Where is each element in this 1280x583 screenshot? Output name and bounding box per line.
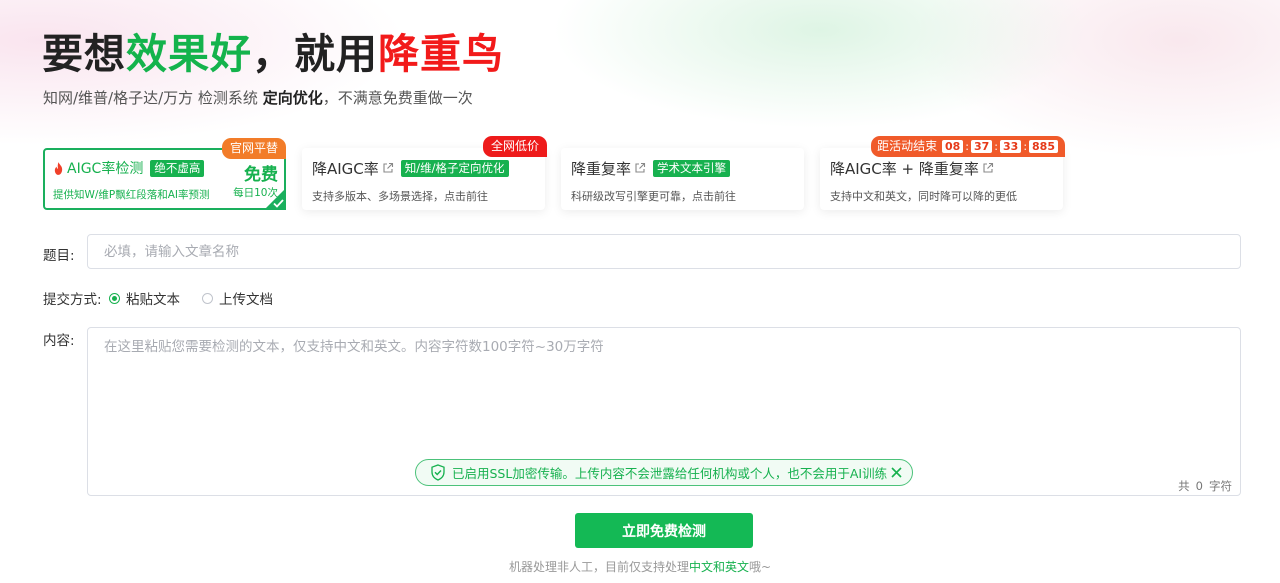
page: 要想效果好，就用降重鸟 知网/维普/格子达/万方 检测系统 定向优化，不满意免费… (0, 0, 1280, 583)
countdown-separator: : (1023, 140, 1028, 153)
card-reduce-both[interactable]: 距活动结束 08 : 37 : 33 : 885 降AIGC率 + 降重复率 支… (820, 136, 1065, 210)
card-title: 降重复率 学术文本引擎 (571, 157, 794, 179)
countdown-hours: 08 (941, 140, 964, 153)
radio-paste-text[interactable]: 粘贴文本 (109, 288, 180, 308)
fire-icon (54, 161, 63, 175)
card-title-text: AIGC率检测 (67, 161, 144, 177)
char-count-suffix: 字符 (1209, 479, 1232, 493)
footnote-highlight: 中文和英文 (688, 560, 749, 574)
hero-subtitle-text: ，不满意免费重做一次 (322, 89, 473, 107)
hero-title-text: 要想 (42, 30, 126, 78)
card-tag: 绝不虚高 (150, 159, 205, 177)
free-label: 免费 (244, 165, 278, 185)
ssl-notice: 已启用SSL加密传输。上传内容不会泄露给任何机构或个人，也不会用于AI训练 (415, 459, 913, 486)
card-aigc-detect[interactable]: 官网平替 AIGC率检测 绝不虚高 提供知W/维P飘红段落和AI率预测 免费 每… (43, 138, 286, 210)
title-input[interactable] (87, 234, 1241, 269)
card-reduce-duplicate[interactable]: 降重复率 学术文本引擎 科研级改写引擎更可靠，点击前往 (561, 148, 804, 210)
external-link-icon (635, 162, 646, 173)
countdown-ribbon: 距活动结束 08 : 37 : 33 : 885 (871, 136, 1065, 157)
radio-label: 粘贴文本 (126, 292, 180, 308)
ribbon-lowest-price: 全网低价 (482, 136, 547, 157)
external-link-icon (383, 162, 393, 173)
countdown-label: 距活动结束 (877, 139, 938, 153)
footnote-text: 机器处理非人工，目前仅支持处理 (508, 560, 689, 574)
countdown-separator: : (994, 140, 998, 153)
card-tag: 知/维/格子定向优化 (400, 159, 509, 177)
hero-title-highlight: 效果好 (126, 30, 252, 78)
content-label: 内容: (43, 333, 75, 349)
card-title-text: 降AIGC率 + 降重复率 (830, 159, 979, 178)
ssl-notice-text: 已启用SSL加密传输。上传内容不会泄露给任何机构或个人，也不会用于AI训练 (452, 466, 888, 481)
footnote-text: 哦~ (748, 560, 772, 574)
radio-label: 上传文档 (219, 292, 273, 308)
char-count: 共 0 字符 (1175, 478, 1235, 494)
countdown-millis: 885 (1029, 140, 1058, 153)
card-reduce-aigc[interactable]: 全网低价 降AIGC率 知/维/格子定向优化 支持多版本、多场景选择，点击前往 (302, 136, 547, 210)
hero-subtitle-bold: 定向优化 (262, 89, 323, 107)
title-label: 题目: (43, 248, 75, 264)
countdown-seconds: 33 (1000, 140, 1022, 153)
hero-title-brand: 降重鸟 (378, 30, 504, 78)
card-title: 降AIGC率 知/维/格子定向优化 (312, 157, 535, 179)
external-link-icon (983, 162, 993, 173)
radio-dot (202, 292, 213, 304)
hero-subtitle: 知网/维普/格子达/万方 检测系统 定向优化，不满意免费重做一次 (43, 87, 473, 108)
submit-button[interactable]: 立即免费检测 (575, 513, 753, 548)
card-desc: 支持多版本、多场景选择，点击前往 (312, 190, 488, 203)
submit-method-label: 提交方式: (43, 292, 102, 308)
radio-upload-document[interactable]: 上传文档 (202, 288, 273, 308)
check-icon (264, 188, 286, 210)
footnote: 机器处理非人工，目前仅支持处理中文和英文哦~ (0, 558, 1280, 575)
ribbon-official-alternative: 官网平替 (221, 138, 286, 159)
countdown-separator: : (965, 140, 969, 153)
radio-dot (109, 292, 120, 304)
char-count-prefix: 共 (1178, 479, 1190, 493)
card-title-text: 降重复率 (571, 159, 632, 178)
card-desc: 支持中文和英文，同时降可以降的更低 (830, 190, 1017, 203)
card-desc: 科研级改写引擎更可靠，点击前往 (571, 190, 736, 203)
card-title-text: 降AIGC率 (312, 159, 379, 178)
card-title: 降AIGC率 + 降重复率 (830, 157, 1053, 179)
card-tag: 学术文本引擎 (653, 159, 731, 177)
close-icon[interactable] (891, 467, 902, 478)
countdown-minutes: 37 (970, 140, 993, 153)
char-count-value: 0 (1195, 479, 1203, 493)
hero-title-text: ，就用 (252, 30, 378, 78)
hero-title: 要想效果好，就用降重鸟 (42, 26, 504, 82)
shield-check-icon (431, 464, 445, 481)
hero-subtitle-text: 知网/维普/格子达/万方 检测系统 (43, 89, 263, 107)
